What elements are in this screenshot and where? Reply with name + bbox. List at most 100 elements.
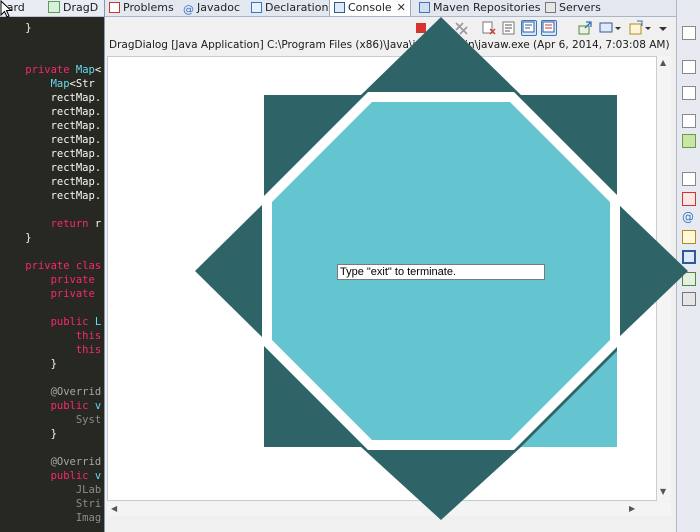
tab-problems[interactable]: Problems [109,0,174,16]
code-line: JLab [0,483,101,497]
code-token: private [50,274,95,286]
javadoc-icon[interactable]: @ [682,210,696,224]
code-token: Map [50,78,70,90]
view-tab-bar: Problems @ Javadoc Declaration Console ✕ M… [105,0,676,17]
code-line: this [0,329,101,343]
code-line: Imag [0,511,101,525]
scroll-down-icon[interactable]: ▼ [660,488,666,496]
code-line: @Overrid [0,455,102,469]
tab-label: Javadoc [197,1,240,14]
pin-console-icon[interactable] [521,20,537,36]
editor-tab-keyboard[interactable]: oard [0,0,25,16]
java-file-icon [48,1,60,13]
terminate-icon[interactable] [413,20,429,36]
code-token: } [25,22,32,34]
scroll-up-icon[interactable]: ▲ [660,59,666,67]
code-line: rectMap. [0,189,102,203]
restore-icon[interactable] [682,172,696,186]
code-line: } [0,357,57,371]
problems-icon[interactable] [682,192,696,206]
code-line: } [0,21,32,35]
code-token: JLab [75,484,102,496]
code-line: public v [0,399,102,413]
code-token: rectMap. [50,176,102,188]
code-token: Imag [75,512,102,524]
code-token: public [50,470,95,482]
vertical-scrollbar[interactable]: ▲ ▼ [657,56,671,501]
maven-icon [419,2,430,13]
tab-label: Problems [123,1,174,14]
code-editor[interactable]: } private Map< Map<Str rectMap. rectMap.… [0,17,104,532]
code-token: public [50,400,95,412]
editor-tab-bar: oard DragD [0,0,104,17]
restore-icon[interactable] [682,60,696,74]
code-token: @Overrid [50,456,102,468]
code-token: Map [75,64,95,76]
servers-icon [545,2,556,13]
code-token: <Str [69,78,95,90]
console-description: DragDialog [Java Application] C:\Program… [109,39,670,51]
terminate-input[interactable]: Type "exit" to terminate. [337,264,545,280]
tab-console[interactable]: Console ✕ [329,0,411,16]
outline-icon[interactable] [682,134,696,148]
tab-label: Maven Repositories [433,1,541,14]
right-trim-bar: @ [676,0,700,532]
tab-servers[interactable]: Servers [545,0,601,16]
remove-all-icon[interactable] [453,20,469,36]
code-line: @Overrid [0,385,102,399]
code-line: this [0,343,101,357]
code-token: Syst [75,414,102,426]
console-toolbar [405,18,673,38]
horizontal-scrollbar[interactable]: ◀ ▶ [107,502,671,516]
code-line: Stri [0,497,101,511]
code-token: clas [75,260,102,272]
code-token: < [94,64,102,76]
tab-javadoc[interactable]: @ Javadoc [183,0,240,16]
code-token: rectMap. [50,190,102,202]
code-token: rectMap. [50,92,102,104]
tab-label: Declaration [265,1,329,14]
code-token: private [50,288,95,300]
code-token: private [25,260,76,272]
restore-icon[interactable] [682,86,696,100]
restore-icon[interactable] [682,114,696,128]
close-icon[interactable]: ✕ [397,1,406,14]
view-menu-icon[interactable] [657,20,673,36]
servers-icon[interactable] [682,292,696,306]
code-line: rectMap. [0,91,102,105]
display-console-icon[interactable] [599,20,621,36]
code-line: Map<Str [0,77,95,91]
open-console-icon[interactable] [577,20,593,36]
code-token: v [94,400,102,412]
editor-tab-dragdialog[interactable]: DragD [48,0,98,16]
scroll-right-icon[interactable]: ▶ [629,505,635,513]
scroll-lock-icon[interactable] [501,20,517,36]
scroll-left-icon[interactable]: ◀ [111,505,117,513]
code-token: } [50,428,57,440]
code-token: L [94,316,102,328]
editor-tab-label: DragD [63,1,99,14]
code-line: Syst [0,413,101,427]
maven-icon[interactable] [682,272,696,286]
new-console-icon[interactable] [629,20,651,36]
code-token: return [50,218,95,230]
code-line: } [0,231,31,245]
word-wrap-icon[interactable] [541,20,557,36]
tab-declaration[interactable]: Declaration [251,0,328,16]
code-line: rectMap. [0,119,102,133]
code-line: rectMap. [0,133,102,147]
code-line: public L [0,315,102,329]
code-token: r [94,218,102,230]
code-token: @Overrid [50,386,102,398]
code-token: Stri [75,498,102,510]
remove-launch-icon[interactable] [433,20,449,36]
editor-tab-label: oard [0,1,25,14]
restore-icon[interactable] [682,26,696,40]
clear-console-icon[interactable] [481,20,497,36]
code-token: private [25,64,76,76]
code-token: rectMap. [50,106,102,118]
tab-maven-repositories[interactable]: Maven Repositories [419,0,541,16]
code-token: v [94,470,102,482]
console-icon[interactable] [682,250,696,264]
declaration-icon[interactable] [682,230,696,244]
